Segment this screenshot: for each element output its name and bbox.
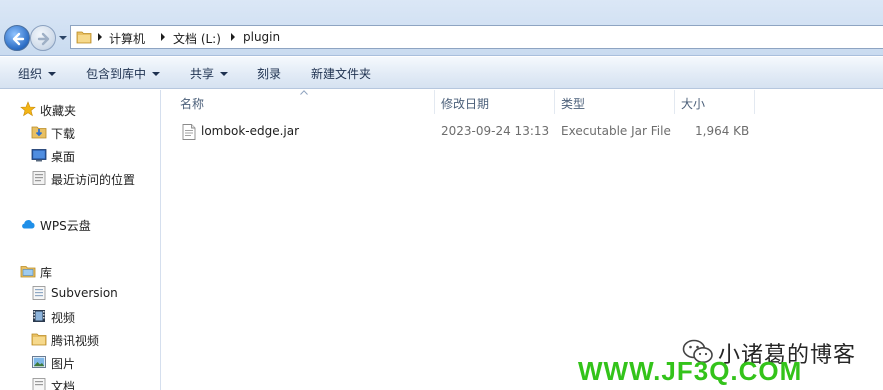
folder-icon [31, 333, 47, 346]
column-header-date[interactable]: 修改日期 [441, 95, 489, 112]
column-divider[interactable] [434, 90, 435, 114]
organize-button[interactable]: 组织 [18, 65, 57, 82]
sidebar-item-label: 文档 [51, 380, 76, 390]
sidebar-item-label: WPS云盘 [40, 219, 91, 233]
address-box[interactable]: 计算机 文档 (L:) plugin [70, 25, 883, 49]
column-header-type[interactable]: 类型 [561, 95, 585, 112]
column-divider[interactable] [674, 90, 675, 114]
picture-icon [32, 356, 46, 368]
chevron-right-icon[interactable] [160, 32, 166, 42]
site-watermark: WWW.JF3Q.COM [578, 356, 803, 386]
navigation-pane: 收藏夹 下载 桌面 最近访问的位置 WPS云盘 库 Subversion 视频 … [0, 90, 161, 390]
sidebar-item-label: 最近访问的位置 [51, 173, 136, 187]
chevron-down-icon [220, 72, 229, 76]
sidebar-item-label: 库 [40, 266, 53, 280]
new-folder-button[interactable]: 新建文件夹 [311, 65, 371, 82]
cloud-icon [22, 220, 35, 229]
recent-pages-dropdown-icon[interactable] [58, 34, 68, 42]
sidebar-item-label: 收藏夹 [40, 104, 77, 118]
share-button[interactable]: 共享 [190, 65, 229, 82]
organize-label: 组织 [18, 67, 43, 81]
sidebar-item-label: Subversion [51, 286, 118, 300]
sidebar-item-label: 图片 [51, 357, 76, 371]
file-name: lombok-edge.jar [201, 124, 300, 138]
back-button[interactable] [4, 25, 30, 51]
library-icon [20, 266, 36, 278]
desktop-icon [31, 149, 47, 162]
folder-icon [76, 31, 92, 44]
file-size: 1,964 KB [695, 124, 750, 138]
file-date: 2023-09-24 13:13 [441, 124, 550, 138]
share-label: 共享 [190, 67, 215, 81]
sidebar-item-label: 视频 [51, 311, 76, 325]
sidebar-item-label: 下载 [51, 127, 76, 141]
chevron-right-icon[interactable] [230, 32, 236, 42]
column-header-name[interactable]: 名称 [180, 95, 204, 112]
include-library-button[interactable]: 包含到库中 [86, 65, 161, 82]
chevron-down-icon [48, 72, 57, 76]
file-row[interactable]: lombok-edge.jar 2023-09-24 13:13 Executa… [162, 122, 883, 142]
arrow-right-icon [37, 32, 50, 46]
sidebar-item-label: 桌面 [51, 150, 76, 164]
column-divider[interactable] [754, 90, 755, 114]
file-type: Executable Jar File [561, 124, 671, 138]
jar-file-icon [182, 124, 196, 140]
include-library-label: 包含到库中 [86, 67, 147, 81]
burn-button[interactable]: 刻录 [257, 65, 281, 82]
breadcrumb-plugin[interactable]: plugin [243, 30, 280, 44]
command-toolbar: 组织 包含到库中 共享 刻录 新建文件夹 [0, 57, 883, 89]
document-icon [32, 378, 46, 390]
download-folder-icon [31, 126, 47, 139]
breadcrumb-drive[interactable]: 文档 (L:) [173, 30, 221, 47]
breadcrumb-computer[interactable]: 计算机 [109, 30, 145, 47]
star-icon [20, 101, 36, 117]
film-icon [33, 310, 45, 322]
recent-places-icon [32, 171, 46, 185]
column-divider[interactable] [554, 90, 555, 114]
arrow-left-icon [12, 32, 25, 46]
chevron-right-icon[interactable] [97, 32, 103, 42]
chevron-down-icon [152, 72, 161, 76]
document-library-icon [32, 286, 46, 300]
sort-ascending-icon [300, 90, 308, 95]
address-bar-row: 计算机 文档 (L:) plugin [0, 0, 883, 56]
forward-button[interactable] [30, 25, 56, 51]
sidebar-item-label: 腾讯视频 [51, 334, 100, 348]
column-header-size[interactable]: 大小 [681, 95, 705, 112]
